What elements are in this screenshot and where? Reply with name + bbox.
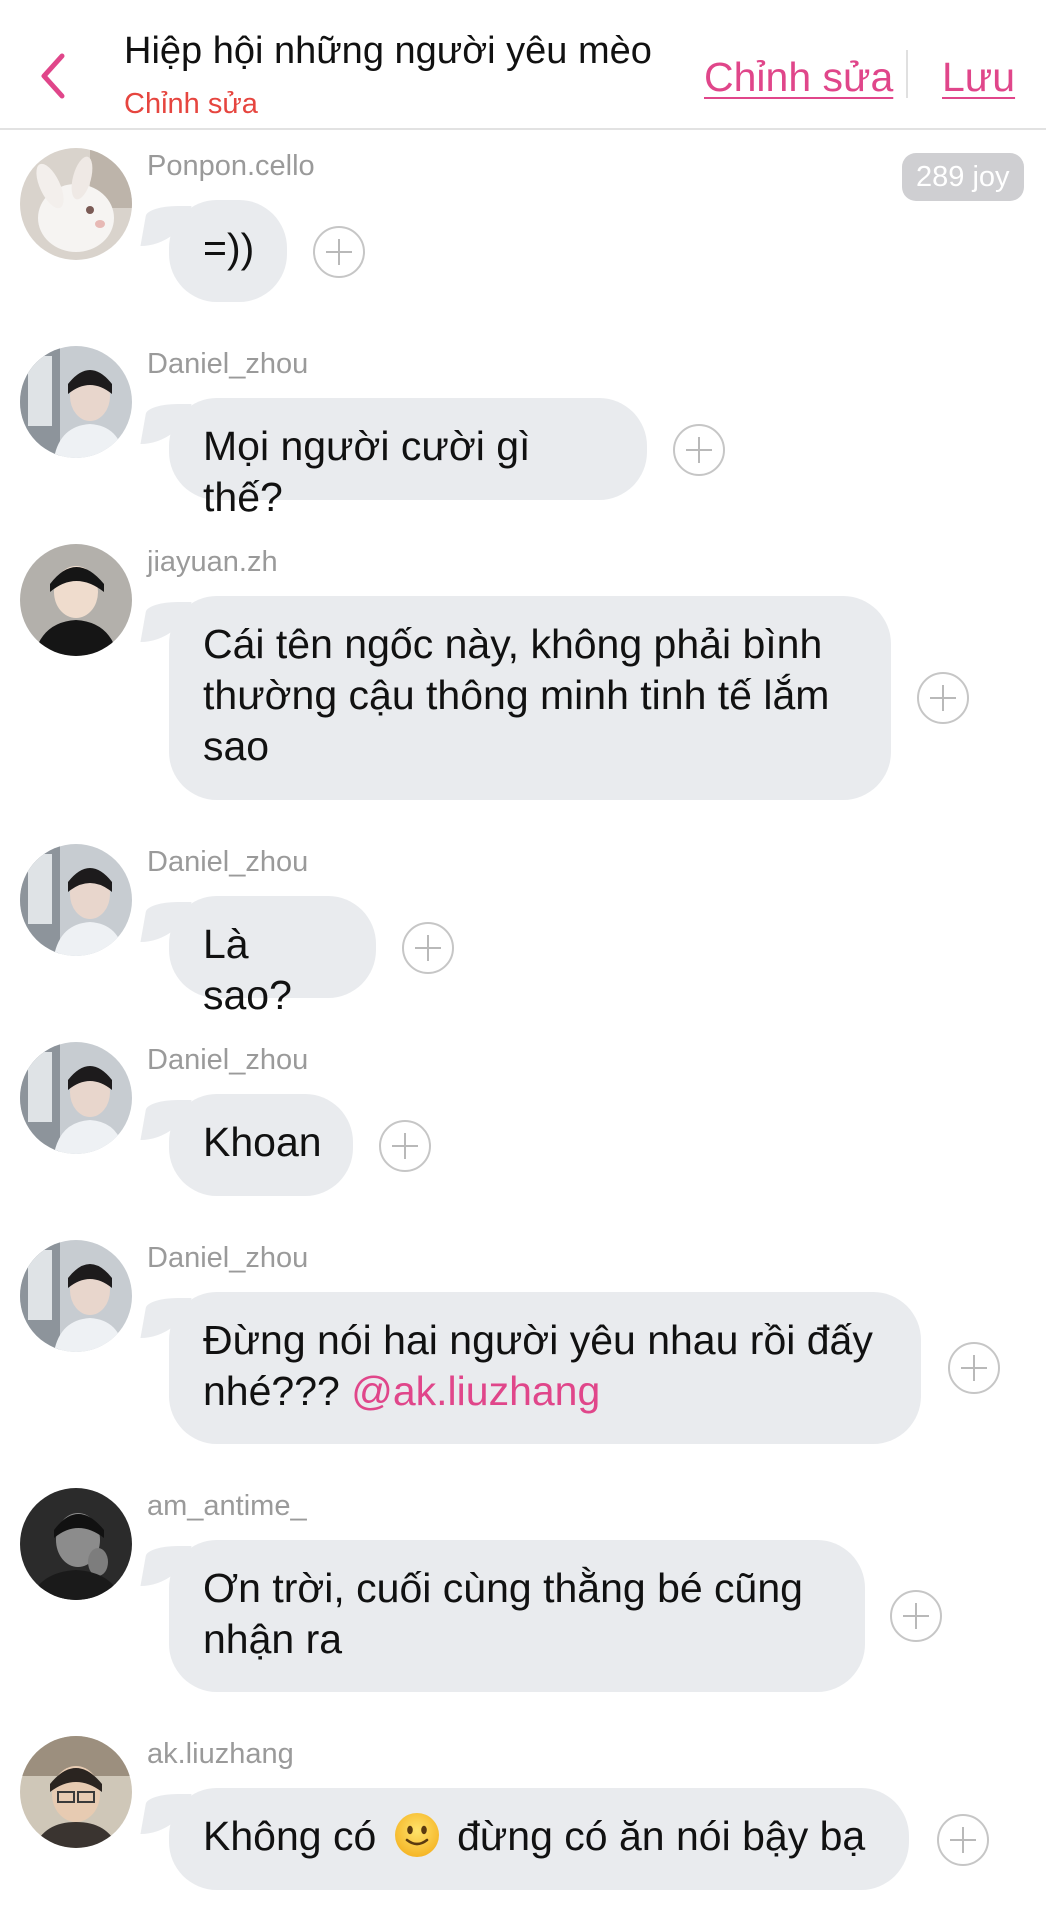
message-item: Daniel_zhou Là sao? (0, 826, 1046, 1018)
message-text: Ơn trời, cuối cùng thằng bé cũng nhận ra (203, 1565, 803, 1662)
message-text: đừng có ăn nói bậy bạ (457, 1813, 866, 1859)
message-bubble[interactable]: Mọi người cười gì thế? (169, 398, 647, 520)
chat-title: Hiệp hội những người yêu mèo (124, 30, 652, 72)
header-divider (906, 50, 908, 98)
message-bubble[interactable]: =)) (169, 200, 287, 302)
username[interactable]: ak.liuzhang (147, 1738, 294, 1771)
chat-header: Hiệp hội những người yêu mèo Chỉnh sửa C… (0, 0, 1046, 130)
profile-photo-avatar[interactable] (20, 844, 132, 956)
back-chevron-icon[interactable] (34, 48, 74, 104)
message-item: am_antime_ Ơn trời, cuối cùng thằng bé c… (0, 1470, 1046, 1710)
add-reaction-plus-icon[interactable] (313, 226, 365, 278)
add-reaction-plus-icon[interactable] (379, 1120, 431, 1172)
username[interactable]: Daniel_zhou (147, 1242, 308, 1275)
message-text: =)) (203, 225, 255, 271)
message-bubble[interactable]: Không có đừng có ăn nói bậy bạ (169, 1788, 909, 1890)
add-reaction-plus-icon[interactable] (917, 672, 969, 724)
message-bubble[interactable]: Đừng nói hai người yêu nhau rồi đấy nhé?… (169, 1292, 921, 1444)
username[interactable]: Daniel_zhou (147, 348, 308, 381)
message-text: Mọi người cười gì thế? (203, 423, 531, 520)
username[interactable]: jiayuan.zh (147, 546, 278, 579)
message-bubble[interactable]: Cái tên ngốc này, không phải bình thường… (169, 596, 891, 800)
message-bubble[interactable]: Ơn trời, cuối cùng thằng bé cũng nhận ra (169, 1540, 865, 1692)
message-item: Daniel_zhou Khoan (0, 1024, 1046, 1214)
chat-subtitle: Chỉnh sửa (124, 88, 258, 120)
add-reaction-plus-icon[interactable] (673, 424, 725, 476)
profile-photo-avatar[interactable] (20, 1488, 132, 1600)
add-reaction-plus-icon[interactable] (890, 1590, 942, 1642)
slightly-smiling-face-emoji (394, 1813, 439, 1857)
message-text: Không có (203, 1813, 377, 1859)
message-item: Ponpon.cello 289 joy =)) (0, 130, 1046, 320)
joy-count-badge: 289 joy (902, 153, 1024, 201)
message-item: Daniel_zhou Mọi người cười gì thế? (0, 328, 1046, 520)
message-item: jiayuan.zh Cái tên ngốc này, không phải … (0, 526, 1046, 818)
username[interactable]: Daniel_zhou (147, 1044, 308, 1077)
add-reaction-plus-icon[interactable] (402, 922, 454, 974)
username[interactable]: Ponpon.cello (147, 150, 315, 183)
message-text: Cái tên ngốc này, không phải bình thường… (203, 621, 830, 769)
message-bubble[interactable]: Khoan (169, 1094, 353, 1196)
message-item: Daniel_zhou Đừng nói hai người yêu nhau … (0, 1222, 1046, 1462)
message-feed[interactable]: Ponpon.cello 289 joy =)) Daniel_zhou Mọi… (0, 130, 1046, 1920)
profile-photo-avatar[interactable] (20, 1736, 132, 1848)
profile-photo-avatar[interactable] (20, 1042, 132, 1154)
profile-photo-avatar[interactable] (20, 544, 132, 656)
message-item: ak.liuzhang Không có đừng có ăn nói bậy … (0, 1718, 1046, 1918)
message-text: Là sao? (203, 921, 292, 1018)
edit-button[interactable]: Chỉnh sửa (704, 54, 893, 101)
save-button[interactable]: Lưu (942, 54, 1015, 101)
message-bubble[interactable]: Là sao? (169, 896, 376, 1018)
username[interactable]: Daniel_zhou (147, 846, 308, 879)
add-reaction-plus-icon[interactable] (948, 1342, 1000, 1394)
profile-photo-avatar[interactable] (20, 346, 132, 458)
message-text: Khoan (203, 1119, 322, 1165)
username[interactable]: am_antime_ (147, 1490, 307, 1523)
user-mention-link[interactable]: @ak.liuzhang (351, 1368, 600, 1414)
white-rabbit-avatar[interactable] (20, 148, 132, 260)
add-reaction-plus-icon[interactable] (937, 1814, 989, 1866)
profile-photo-avatar[interactable] (20, 1240, 132, 1352)
